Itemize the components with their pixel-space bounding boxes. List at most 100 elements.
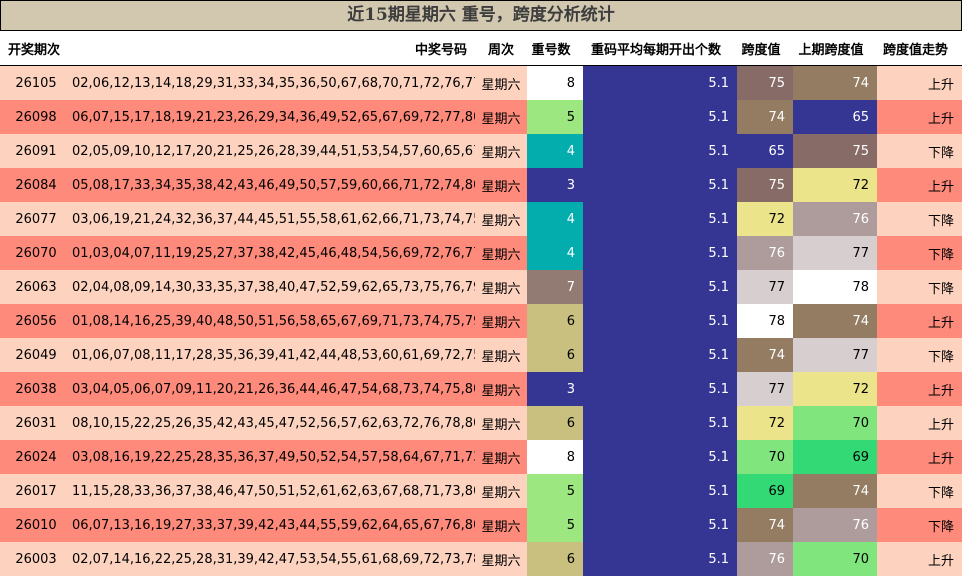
week-cell: 星期六 [481,553,521,569]
repeat-count-cell: 8 [527,65,583,100]
repeat-count-cell: 6 [527,406,583,440]
avg-cell: 5.1 [583,508,737,542]
numbers-cell: 02,04,08,09,14,30,33,35,37,38,40,47,52,5… [72,279,475,295]
prev-span-cell: 76 [793,202,877,236]
col-header-issue: 开奖期次 [0,31,72,66]
avg-cell: 5.1 [583,406,737,440]
avg-cell: 5.1 [583,304,737,338]
trend-cell: 下降 [927,519,954,535]
repeat-count-cell: 7 [527,270,583,304]
table-row: 26077 03,06,19,21,24,32,36,37,44,45,51,55… [0,202,962,236]
table-row: 26084 05,08,17,33,34,35,38,42,43,46,49,50… [0,168,962,202]
repeat-count-cell: 4 [527,134,583,168]
week-cell: 星期六 [481,315,521,331]
col-header-repeat: 重号数 [527,31,583,66]
table-body: 26105 02,06,12,13,14,18,29,31,33,34,35,36… [0,65,962,576]
table-row: 26091 02,05,09,10,12,17,20,21,25,26,28,39… [0,134,962,168]
week-cell: 星期六 [481,485,521,501]
issue-cell: 26031 [15,415,57,431]
week-cell: 星期六 [481,281,521,297]
repeat-count-cell: 8 [527,440,583,474]
trend-cell: 下降 [927,349,954,365]
trend-cell: 下降 [927,145,954,161]
prev-span-cell: 72 [793,372,877,406]
table-row: 26010 06,07,13,16,19,27,33,37,39,42,43,44… [0,508,962,542]
issue-cell: 26049 [15,347,57,363]
issue-cell: 26063 [15,279,57,295]
prev-span-cell: 77 [793,236,877,270]
repeat-count-cell: 4 [527,236,583,270]
avg-cell: 5.1 [583,440,737,474]
repeat-count-cell: 6 [527,304,583,338]
stats-table: 开奖期次 中奖号码 周次 重号数 重码平均每期开出个数 跨度值 上期跨度值 跨度… [0,31,962,576]
repeat-count-cell: 6 [527,542,583,576]
numbers-cell: 06,07,13,16,19,27,33,37,39,42,43,44,55,5… [72,517,475,533]
span-cell: 72 [737,202,793,236]
issue-cell: 26084 [15,177,57,193]
numbers-cell: 01,03,04,07,11,19,25,27,37,38,42,45,46,4… [72,245,475,261]
span-cell: 74 [737,508,793,542]
week-cell: 星期六 [481,77,521,93]
repeat-count-cell: 4 [527,202,583,236]
table-row: 26056 01,08,14,16,25,39,40,48,50,51,56,58… [0,304,962,338]
trend-cell: 上升 [927,383,954,399]
issue-cell: 26070 [15,245,57,261]
repeat-count-cell: 5 [527,100,583,134]
prev-span-cell: 77 [793,338,877,372]
prev-span-cell: 72 [793,168,877,202]
trend-cell: 上升 [927,417,954,433]
week-cell: 星期六 [481,145,521,161]
avg-cell: 5.1 [583,168,737,202]
issue-cell: 26003 [15,551,57,567]
avg-cell: 5.1 [583,542,737,576]
issue-cell: 26056 [15,313,57,329]
prev-span-cell: 75 [793,134,877,168]
numbers-cell: 02,05,09,10,12,17,20,21,25,26,28,39,44,5… [72,143,475,159]
avg-cell: 5.1 [583,134,737,168]
trend-cell: 上升 [927,77,954,93]
table-row: 26038 03,04,05,06,07,09,11,20,21,26,36,44… [0,372,962,406]
table-row: 26003 02,07,14,16,22,25,28,31,39,42,47,53… [0,542,962,576]
numbers-cell: 11,15,28,33,36,37,38,46,47,50,51,52,61,6… [72,483,475,499]
week-cell: 星期六 [481,247,521,263]
numbers-cell: 03,08,16,19,22,25,28,35,36,37,49,50,52,5… [72,449,475,465]
trend-cell: 上升 [927,111,954,127]
table-row: 26070 01,03,04,07,11,19,25,27,37,38,42,45… [0,236,962,270]
week-cell: 星期六 [481,179,521,195]
avg-cell: 5.1 [583,236,737,270]
repeat-count-cell: 3 [527,372,583,406]
table-row: 26049 01,06,07,08,11,17,28,35,36,39,41,42… [0,338,962,372]
col-header-trend: 跨度值走势 [877,31,962,66]
col-header-span: 跨度值 [737,31,793,66]
prev-span-cell: 74 [793,304,877,338]
prev-span-cell: 74 [793,65,877,100]
numbers-cell: 08,10,15,22,25,26,35,42,43,45,47,52,56,5… [72,415,475,431]
numbers-cell: 06,07,15,17,18,19,21,23,26,29,34,36,49,5… [72,109,475,125]
week-cell: 星期六 [481,111,521,127]
prev-span-cell: 70 [793,406,877,440]
page-title: 近15期星期六 重号，跨度分析统计 [0,0,962,31]
avg-cell: 5.1 [583,202,737,236]
prev-span-cell: 78 [793,270,877,304]
avg-cell: 5.1 [583,372,737,406]
avg-cell: 5.1 [583,100,737,134]
span-cell: 76 [737,542,793,576]
week-cell: 星期六 [481,383,521,399]
numbers-cell: 01,06,07,08,11,17,28,35,36,39,41,42,44,4… [72,347,475,363]
span-cell: 76 [737,236,793,270]
repeat-count-cell: 3 [527,168,583,202]
span-cell: 78 [737,304,793,338]
trend-cell: 上升 [927,179,954,195]
numbers-cell: 02,07,14,16,22,25,28,31,39,42,47,53,54,5… [72,551,475,567]
col-header-numbers: 中奖号码 [72,31,475,66]
prev-span-cell: 74 [793,474,877,508]
issue-cell: 26098 [15,109,57,125]
numbers-cell: 02,06,12,13,14,18,29,31,33,34,35,36,50,6… [72,75,475,91]
table-row: 26031 08,10,15,22,25,26,35,42,43,45,47,52… [0,406,962,440]
issue-cell: 26105 [15,75,57,91]
span-cell: 72 [737,406,793,440]
repeat-count-cell: 5 [527,508,583,542]
trend-cell: 下降 [927,213,954,229]
trend-cell: 下降 [927,281,954,297]
avg-cell: 5.1 [583,474,737,508]
